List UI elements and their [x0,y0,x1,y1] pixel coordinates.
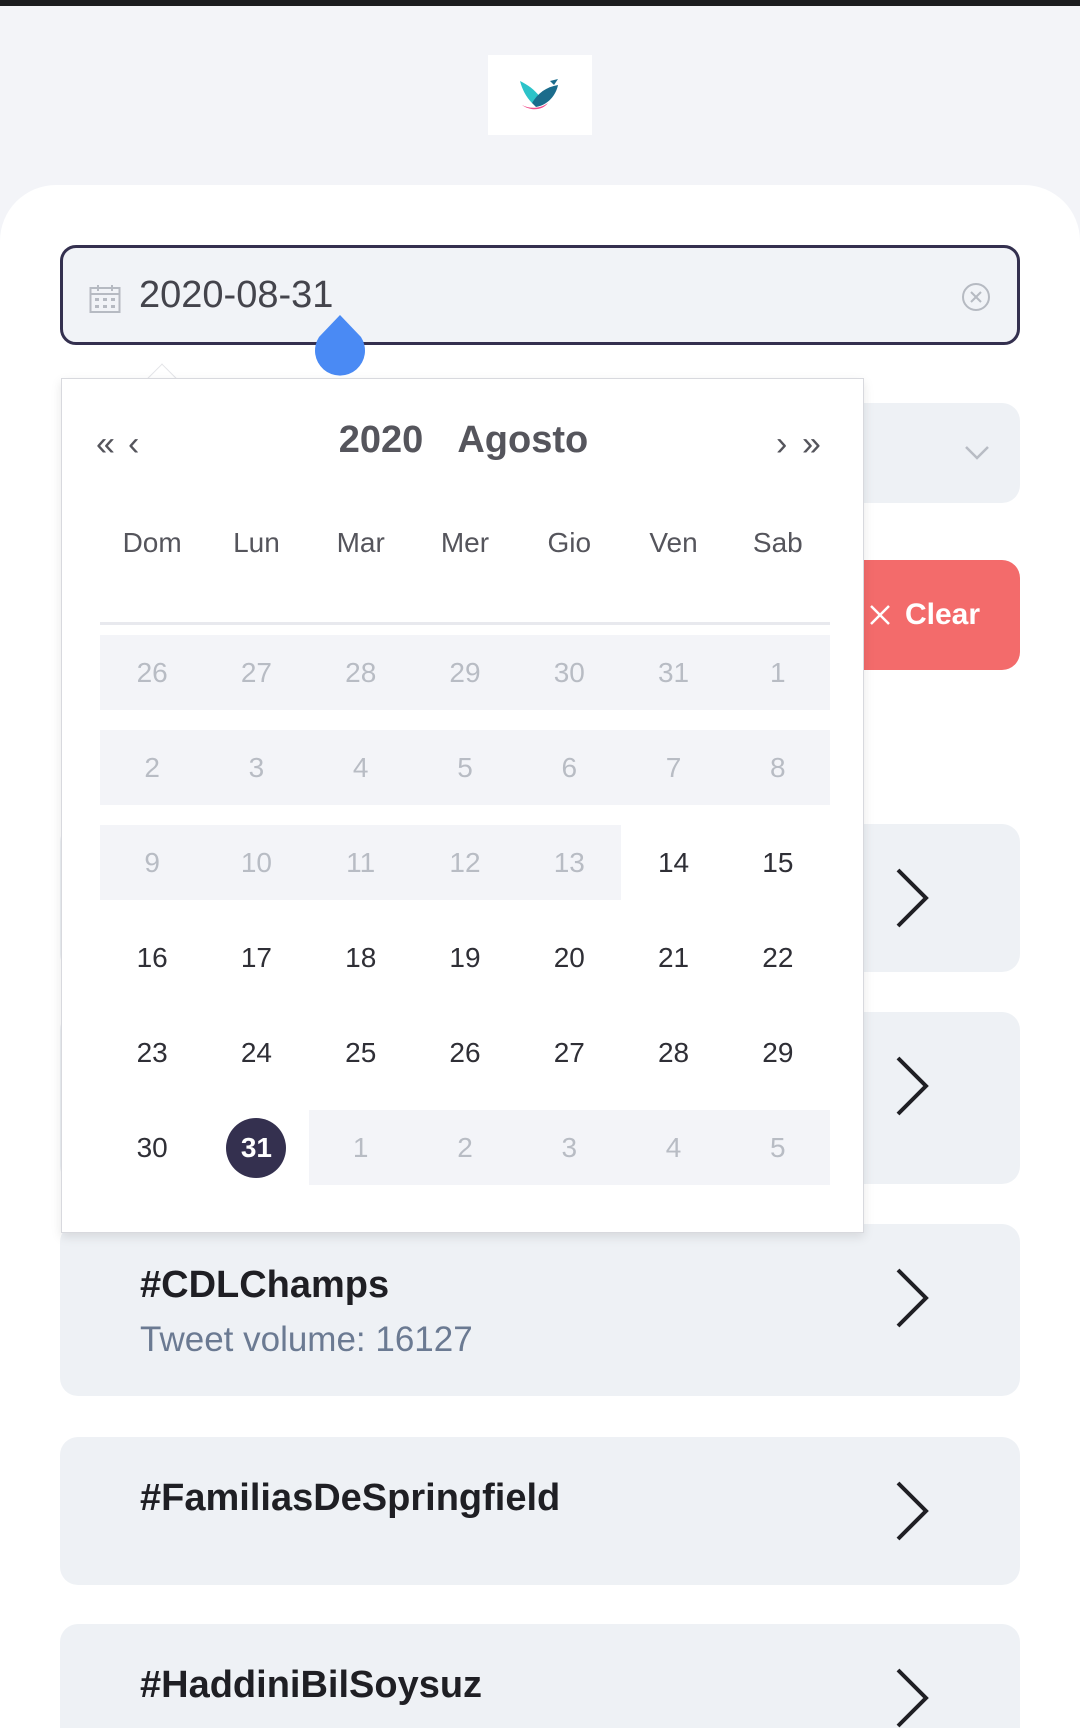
calendar-divider [100,622,830,625]
weekday-label: Mer [440,527,490,558]
calendar-week: 26 27 28 29 30 31 1 [100,635,830,710]
weekday-label: Lun [233,527,280,558]
app-logo [488,55,592,135]
day-cell[interactable]: 16 [100,920,204,995]
day-cell[interactable]: 27 [517,1015,621,1090]
day-cell-disabled: 12 [412,825,518,900]
trend-volume: Tweet volume: 16127 [140,1320,473,1359]
day-cell-disabled: 1 [308,1110,413,1185]
chevron-right-icon [896,1481,929,1541]
day-cell-disabled: 29 [412,635,518,710]
chevron-down-icon [965,446,989,460]
calendar-icon [89,285,121,313]
day-cell-disabled: 9 [100,825,205,900]
day-cell[interactable]: 18 [309,920,413,995]
weekday-label: Sab [752,527,803,558]
chevron-right-icon [896,1268,929,1328]
day-cell[interactable]: 24 [204,1015,308,1090]
chevron-right-icon [896,1056,929,1116]
day-cell-disabled: 5 [725,1110,830,1185]
trend-title: #FamiliasDeSpringfield [140,1477,561,1519]
day-cell-disabled: 2 [100,730,205,805]
day-cell[interactable]: 25 [309,1015,413,1090]
day-grid: 26 27 28 29 30 31 1 2 3 4 5 6 7 8 9 10 1… [100,635,830,1205]
close-icon [870,605,890,625]
day-cell[interactable]: 17 [204,920,308,995]
calendar-week: 9 10 11 12 13 14 15 [100,825,830,900]
bird-logo-icon [520,79,558,110]
chevron-right-icon [896,868,929,928]
day-cell[interactable]: 28 [621,1015,725,1090]
calendar-year[interactable]: 2020 [339,419,424,461]
day-cell-disabled: 2 [412,1110,518,1185]
chevron-right-icon [896,1668,929,1728]
calendar-week: 30 31 1 2 3 4 5 [100,1110,830,1185]
day-cell-selected[interactable]: 31 [204,1110,308,1185]
day-cell-disabled: 4 [621,1110,726,1185]
day-cell[interactable]: 21 [621,920,725,995]
selected-day-label: 31 [226,1117,287,1178]
day-cell-disabled: 3 [517,1110,622,1185]
day-cell[interactable]: 22 [726,920,830,995]
trend-card[interactable]: #HaddiniBilSoysuz [60,1624,1020,1728]
weekday-label: Mar [336,527,385,558]
day-cell-disabled: 1 [725,635,830,710]
day-cell-disabled: 8 [725,730,830,805]
day-cell[interactable]: 26 [413,1015,517,1090]
date-input[interactable]: 2020-08-31 [60,245,1020,345]
trend-title: #HaddiniBilSoysuz [140,1664,483,1706]
day-cell[interactable]: 15 [726,825,830,900]
trend-title: #CDLChamps [140,1264,390,1306]
day-cell[interactable]: 23 [100,1015,204,1090]
clear-button-label: Clear [904,598,980,631]
weekday-label: Gio [547,527,592,558]
day-cell-disabled: 28 [308,635,413,710]
day-cell-disabled: 31 [621,635,726,710]
next-year-icon[interactable]: » [802,419,821,469]
day-cell-disabled: 4 [308,730,413,805]
date-value: 2020-08-31 [139,274,334,316]
day-cell-disabled: 7 [621,730,726,805]
top-border [0,0,1080,6]
weekday-label: Ven [649,527,698,558]
day-cell[interactable]: 29 [726,1015,830,1090]
day-cell[interactable]: 30 [100,1110,204,1185]
day-cell-disabled: 13 [517,825,622,900]
filter-select[interactable] [860,403,1020,503]
day-cell-disabled: 27 [204,635,309,710]
day-cell-disabled: 6 [517,730,622,805]
day-cell-disabled: 11 [308,825,413,900]
trend-card[interactable]: #CDLChamps Tweet volume: 16127 [60,1224,1020,1396]
clear-circle-icon[interactable] [961,282,991,312]
day-cell-disabled: 3 [204,730,309,805]
day-cell-disabled: 5 [412,730,518,805]
date-picker-popup: « ‹ 2020 Agosto › » Dom Lun Mar Mer Gio V… [61,378,864,1233]
text-cursor-handle[interactable] [314,315,366,377]
calendar-week: 2 3 4 5 6 7 8 [100,730,830,805]
next-month-icon[interactable]: › [776,419,787,469]
trend-card[interactable]: #FamiliasDeSpringfield [60,1437,1020,1585]
calendar-week: 23 24 25 26 27 28 29 [100,1015,830,1090]
day-cell[interactable]: 19 [413,920,517,995]
day-cell-disabled: 26 [100,635,205,710]
clear-button[interactable]: Clear [850,560,1020,670]
calendar-week: 16 17 18 19 20 21 22 [100,920,830,995]
calendar-month[interactable]: Agosto [457,419,588,461]
day-cell-disabled: 30 [517,635,622,710]
day-cell[interactable]: 14 [621,825,725,900]
day-cell[interactable]: 20 [517,920,621,995]
day-cell-disabled: 10 [204,825,309,900]
weekday-label: Dom [122,527,182,558]
calendar-header: 2020 Agosto [62,419,865,469]
weekday-header: Dom Lun Mar Mer Gio Ven Sab [100,527,830,559]
